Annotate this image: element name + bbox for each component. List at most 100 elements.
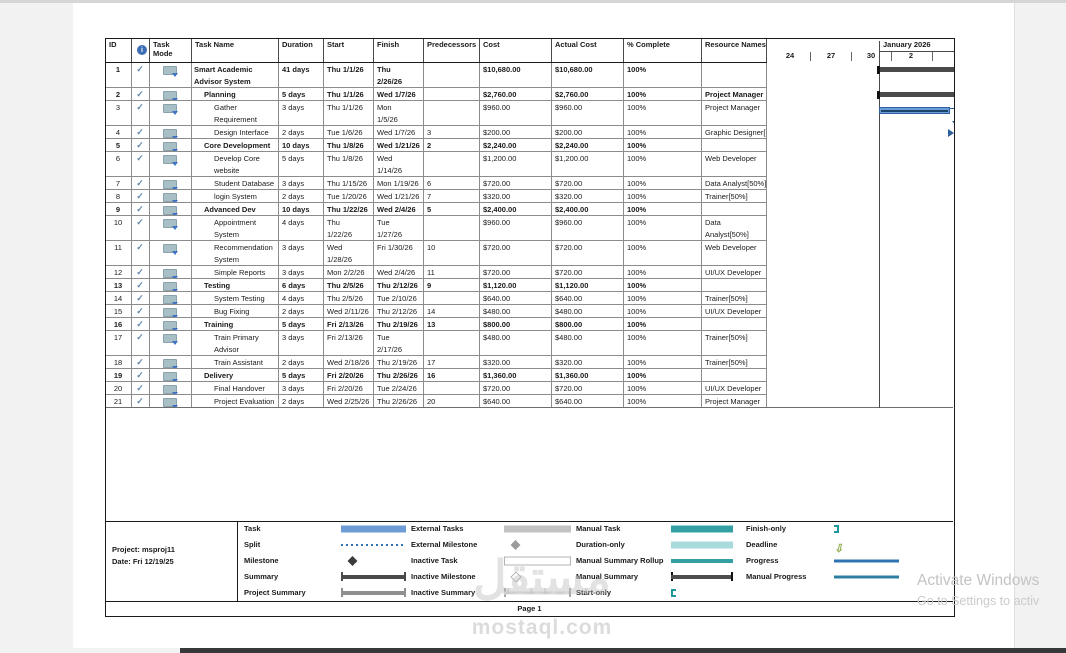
cell-start: Thu 1/15/26 bbox=[324, 177, 374, 190]
task-mode-icon bbox=[163, 155, 178, 166]
cell-actual-cost: $960.00 bbox=[552, 101, 624, 126]
cell-id: 18 bbox=[106, 356, 132, 369]
project-summary-sample bbox=[341, 590, 406, 595]
cell-percent-complete: 100% bbox=[624, 139, 702, 152]
cell-predecessors bbox=[424, 292, 480, 305]
completed-check-icon: ✓ bbox=[136, 191, 144, 201]
cell-indicators: ✓ bbox=[132, 101, 150, 126]
cell-start: Fri 2/13/26 bbox=[324, 331, 374, 356]
timescale-day-label: 27 bbox=[826, 51, 836, 60]
cell-actual-cost: $2,400.00 bbox=[552, 203, 624, 216]
cell-cost: $960.00 bbox=[480, 216, 552, 241]
cell-percent-complete: 100% bbox=[624, 369, 702, 382]
cell-actual-cost: $320.00 bbox=[552, 190, 624, 203]
cell-id: 15 bbox=[106, 305, 132, 318]
cell-percent-complete: 100% bbox=[624, 356, 702, 369]
cell-percent-complete: 100% bbox=[624, 292, 702, 305]
completed-check-icon: ✓ bbox=[136, 267, 144, 277]
cell-resource-names: UI/UX Developer bbox=[702, 382, 767, 395]
legend-label-inactive-task: Inactive Task bbox=[411, 556, 458, 565]
cell-predecessors bbox=[424, 88, 480, 101]
col-header-id: ID bbox=[106, 39, 132, 62]
activate-windows-subtext: Go to Settings to activ bbox=[917, 594, 1040, 608]
timescale-tick bbox=[932, 52, 933, 61]
completed-check-icon: ✓ bbox=[136, 89, 144, 99]
cell-resource-names: Trainer[50%] bbox=[702, 190, 767, 203]
cell-duration: 3 days bbox=[279, 241, 324, 266]
cell-cost: $320.00 bbox=[480, 190, 552, 203]
cell-actual-cost: $720.00 bbox=[552, 382, 624, 395]
gantt-link-arrowhead bbox=[948, 129, 954, 137]
cell-finish: Wed 1/21/26 bbox=[374, 190, 424, 203]
cell-finish: Tue 2/10/26 bbox=[374, 292, 424, 305]
cell-task-name: Testing bbox=[192, 279, 279, 292]
cell-finish: Wed 1/7/26 bbox=[374, 126, 424, 139]
cell-task-mode bbox=[150, 318, 192, 331]
cell-duration: 3 days bbox=[279, 101, 324, 126]
completed-check-icon: ✓ bbox=[136, 217, 144, 227]
cell-resource-names bbox=[702, 279, 767, 292]
cell-cost: $2,400.00 bbox=[480, 203, 552, 216]
cell-indicators: ✓ bbox=[132, 63, 150, 88]
legend-label-progress: Progress bbox=[746, 556, 779, 565]
completed-check-icon: ✓ bbox=[136, 102, 144, 112]
legend-label-project-summary: Project Summary bbox=[244, 588, 306, 597]
completed-check-icon: ✓ bbox=[136, 357, 144, 367]
cell-indicators: ✓ bbox=[132, 139, 150, 152]
legend-label-manual-task: Manual Task bbox=[576, 524, 621, 533]
info-icon: i bbox=[137, 45, 147, 55]
task-mode-icon bbox=[163, 321, 178, 330]
milestone-sample bbox=[347, 555, 358, 566]
cell-task-name: Bug Fixing bbox=[192, 305, 279, 318]
task-row-9: 9 ✓ Advanced Dev 10 days Thu 1/22/26 Wed 2/4/… bbox=[106, 203, 767, 216]
cell-resource-names bbox=[702, 63, 767, 88]
table-body: 1 ✓ Smart Academic Advisor System 41 days Th… bbox=[106, 63, 767, 408]
cell-predecessors bbox=[424, 152, 480, 177]
timescale-tick bbox=[810, 52, 811, 61]
cell-duration: 3 days bbox=[279, 382, 324, 395]
cell-actual-cost: $480.00 bbox=[552, 305, 624, 318]
manual-summary-rollup-sample bbox=[671, 558, 733, 563]
cell-actual-cost: $2,760.00 bbox=[552, 88, 624, 101]
task-row-20: 20 ✓ Final Handover 3 days Fri 2/20/26 Tue 2/… bbox=[106, 382, 767, 395]
cell-id: 5 bbox=[106, 139, 132, 152]
cell-cost: $480.00 bbox=[480, 331, 552, 356]
legend-label-manual-progress: Manual Progress bbox=[746, 572, 807, 581]
timescale-tick bbox=[851, 52, 852, 61]
cell-duration: 2 days bbox=[279, 190, 324, 203]
legend-label-finish-only: Finish-only bbox=[746, 524, 786, 533]
activate-windows-text: Activate Windows bbox=[917, 572, 1040, 589]
gantt-dependency-link bbox=[950, 108, 954, 126]
task-mode-icon bbox=[163, 104, 178, 115]
cell-id: 2 bbox=[106, 88, 132, 101]
cell-cost: $2,240.00 bbox=[480, 139, 552, 152]
cell-start: Tue 1/20/26 bbox=[324, 190, 374, 203]
cell-indicators: ✓ bbox=[132, 318, 150, 331]
cell-predecessors bbox=[424, 216, 480, 241]
cell-finish: Tue 2/17/26 bbox=[374, 331, 424, 356]
completed-check-icon: ✓ bbox=[136, 306, 144, 316]
deadline-sample bbox=[834, 539, 846, 550]
cell-resource-names: UI/UX Developer bbox=[702, 305, 767, 318]
cell-cost: $10,680.00 bbox=[480, 63, 552, 88]
cell-task-name: Advanced Dev bbox=[192, 203, 279, 216]
task-mode-icon bbox=[163, 91, 178, 100]
cell-task-name: Appointment System bbox=[192, 216, 279, 241]
cell-predecessors: 13 bbox=[424, 318, 480, 331]
cell-finish: Wed 1/14/26 bbox=[374, 152, 424, 177]
cell-predecessors: 6 bbox=[424, 177, 480, 190]
cell-duration: 6 days bbox=[279, 279, 324, 292]
legend-swatch-manual-progress bbox=[834, 571, 899, 582]
cell-indicators: ✓ bbox=[132, 190, 150, 203]
legend-swatch-deadline bbox=[834, 539, 899, 550]
cell-actual-cost: $320.00 bbox=[552, 356, 624, 369]
cell-predecessors: 16 bbox=[424, 369, 480, 382]
timescale-month-label: January 2026 bbox=[883, 40, 931, 49]
cell-task-mode bbox=[150, 369, 192, 382]
cell-predecessors: 5 bbox=[424, 203, 480, 216]
legend-swatch-progress bbox=[834, 555, 899, 566]
cell-task-name: Planning bbox=[192, 88, 279, 101]
legend-label-task: Task bbox=[244, 524, 261, 533]
cell-cost: $720.00 bbox=[480, 177, 552, 190]
cell-duration: 3 days bbox=[279, 177, 324, 190]
